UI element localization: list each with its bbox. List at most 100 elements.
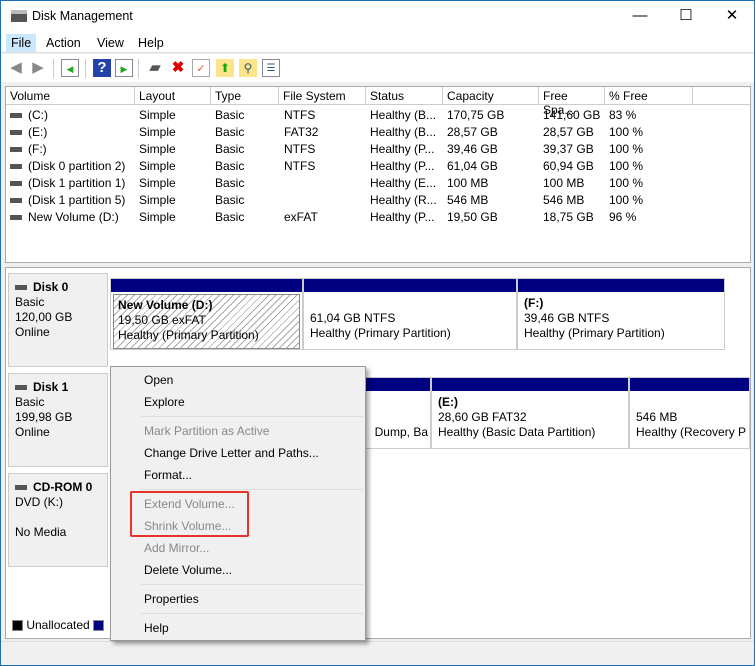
table-cell: Basic xyxy=(215,176,244,190)
table-cell: Healthy (R... xyxy=(370,193,437,207)
minimize-button[interactable]: — xyxy=(617,5,663,29)
cell-text: Simple xyxy=(139,125,176,139)
menu-item-change-drive-letter[interactable]: Change Drive Letter and Paths... xyxy=(144,446,319,460)
table-cell: (E:) xyxy=(10,125,47,139)
menu-file[interactable]: File xyxy=(6,34,37,52)
column-status[interactable]: Status xyxy=(366,87,443,105)
column-capacity[interactable]: Capacity xyxy=(443,87,539,105)
cell-text: 100 % xyxy=(609,193,644,207)
close-button[interactable]: ✕ xyxy=(709,5,755,29)
table-row[interactable]: (E:) Simple Basic FAT32 Healthy (B... 28,57 G… xyxy=(6,123,746,140)
properties-list-icon[interactable]: ☰ xyxy=(262,59,280,77)
disk-state: Online xyxy=(15,325,50,339)
cell-text: FAT32 xyxy=(284,125,319,139)
forward-icon[interactable]: ▶ xyxy=(29,59,47,77)
delete-icon[interactable]: ✖ xyxy=(169,59,187,77)
cell-text: Healthy (P... xyxy=(370,159,435,173)
column-file-system[interactable]: File System xyxy=(279,87,366,105)
folder-up-icon[interactable]: ⬆ xyxy=(216,59,234,77)
table-cell: 100 % xyxy=(609,142,643,156)
table-cell: Simple xyxy=(139,210,176,224)
menu-item-open[interactable]: Open xyxy=(144,373,173,387)
menu-item-properties[interactable]: Properties xyxy=(144,592,199,606)
column-free-space[interactable]: Free Spa... xyxy=(539,87,605,117)
disk-1-label[interactable]: Disk 1 Basic 199,98 GB Online xyxy=(8,373,108,467)
cell-text: 83 % xyxy=(609,108,637,122)
table-cell: Simple xyxy=(139,108,176,122)
partition-f[interactable]: (F:) 39,46 GB NTFS Healthy (Primary Part… xyxy=(517,278,725,350)
table-row[interactable]: (Disk 1 partition 5) Simple Basic Healthy (… xyxy=(6,191,746,208)
cell-text: 100 % xyxy=(609,142,644,156)
partition-recovery[interactable]: 546 MB Healthy (Recovery P xyxy=(629,377,750,449)
cell-text: Simple xyxy=(139,210,176,224)
cell-text: Simple xyxy=(139,108,176,122)
table-cell: Basic xyxy=(215,210,244,224)
disk-size: 120,00 GB xyxy=(15,310,73,324)
cell-text: Healthy (B... xyxy=(370,125,437,139)
table-cell: Healthy (P... xyxy=(370,142,434,156)
table-cell: Healthy (P... xyxy=(370,159,434,173)
table-cell: (Disk 1 partition 1) xyxy=(10,176,125,190)
cell-text: Basic xyxy=(215,142,245,156)
back-icon[interactable]: ◀ xyxy=(7,59,25,77)
cell-text: 170,75 GB xyxy=(447,108,505,122)
column-layout[interactable]: Layout xyxy=(135,87,211,105)
menu-item-format[interactable]: Format... xyxy=(144,468,192,482)
menu-item-delete-volume[interactable]: Delete Volume... xyxy=(144,563,232,577)
cell-text: 100 MB xyxy=(543,176,585,190)
cell-text: 100 % xyxy=(609,159,644,173)
show-pane-icon[interactable]: ▶ xyxy=(115,59,133,77)
table-cell: Simple xyxy=(139,159,176,173)
cell-text: exFAT xyxy=(284,210,318,224)
menu-action[interactable]: Action xyxy=(41,34,86,52)
table-cell: Simple xyxy=(139,125,176,139)
table-row[interactable]: (Disk 0 partition 2) Simple Basic NTFS Healt… xyxy=(6,157,746,174)
connect-disk-icon[interactable]: ▰ xyxy=(146,59,164,77)
column-volume[interactable]: Volume xyxy=(6,87,135,105)
cell-text: (Disk 0 partition 2) xyxy=(28,159,126,173)
highlight-box xyxy=(130,491,249,537)
cell-text: Healthy (B... xyxy=(370,108,437,122)
menu-bar: File Action View Help xyxy=(1,32,754,53)
table-cell: Basic xyxy=(215,125,244,139)
table-cell: (C:) xyxy=(10,108,48,122)
folder-search-icon[interactable]: ⚲ xyxy=(239,59,257,77)
menu-item-help[interactable]: Help xyxy=(144,621,169,635)
partition-e[interactable]: (E:) 28,60 GB FAT32 Healthy (Basic Data … xyxy=(431,377,629,449)
menu-item-explore[interactable]: Explore xyxy=(144,395,185,409)
partition-status: Dump, Ba xyxy=(374,425,428,439)
table-row[interactable]: (C:) Simple Basic NTFS Healthy (B... 170,75 G… xyxy=(6,106,746,123)
cell-text: Healthy (R... xyxy=(370,193,437,207)
column-percent-free[interactable]: % Free xyxy=(605,87,693,105)
column-type[interactable]: Type xyxy=(211,87,279,105)
partition-disk0-2[interactable]: 61,04 GB NTFS Healthy (Primary Partition… xyxy=(303,278,517,350)
partition-size: 28,60 GB FAT32 xyxy=(438,410,527,424)
status-bar xyxy=(1,641,754,665)
partition-d[interactable]: New Volume (D:) 19,50 GB exFAT Healthy (… xyxy=(110,278,303,350)
table-cell: 61,04 GB xyxy=(447,159,498,173)
table-row[interactable]: New Volume (D:) Simple Basic exFAT Healthy (… xyxy=(6,208,746,225)
disk-0-label[interactable]: Disk 0 Basic 120,00 GB Online xyxy=(8,273,108,367)
volume-icon xyxy=(10,147,22,153)
table-cell: Basic xyxy=(215,108,244,122)
table-row[interactable]: (F:) Simple Basic NTFS Healthy (P... 39,46 GB… xyxy=(6,140,746,157)
table-cell: Healthy (P... xyxy=(370,210,434,224)
table-cell: Basic xyxy=(215,193,244,207)
disk-type: DVD (K:) xyxy=(15,495,63,509)
cell-text: NTFS xyxy=(284,142,316,156)
console-tree-icon[interactable]: ◀ xyxy=(61,59,79,77)
cell-text: NTFS xyxy=(284,108,316,122)
help-icon[interactable]: ? xyxy=(93,59,111,77)
maximize-button[interactable]: ☐ xyxy=(663,5,709,29)
check-icon[interactable]: ✓ xyxy=(192,59,210,77)
table-row[interactable]: (Disk 1 partition 1) Simple Basic Healthy (… xyxy=(6,174,746,191)
table-cell: 141,60 GB xyxy=(543,108,600,122)
partition-name: (E:) xyxy=(438,395,458,409)
table-cell: 546 MB xyxy=(447,193,488,207)
cell-text: Basic xyxy=(215,210,245,224)
menu-help[interactable]: Help xyxy=(133,34,169,52)
menu-view[interactable]: View xyxy=(92,34,129,52)
partition-status: Healthy (Primary Partition) xyxy=(524,326,665,340)
cdrom-0-label[interactable]: CD-ROM 0 DVD (K:) No Media xyxy=(8,473,108,567)
disk-name: Disk 0 xyxy=(33,280,69,294)
